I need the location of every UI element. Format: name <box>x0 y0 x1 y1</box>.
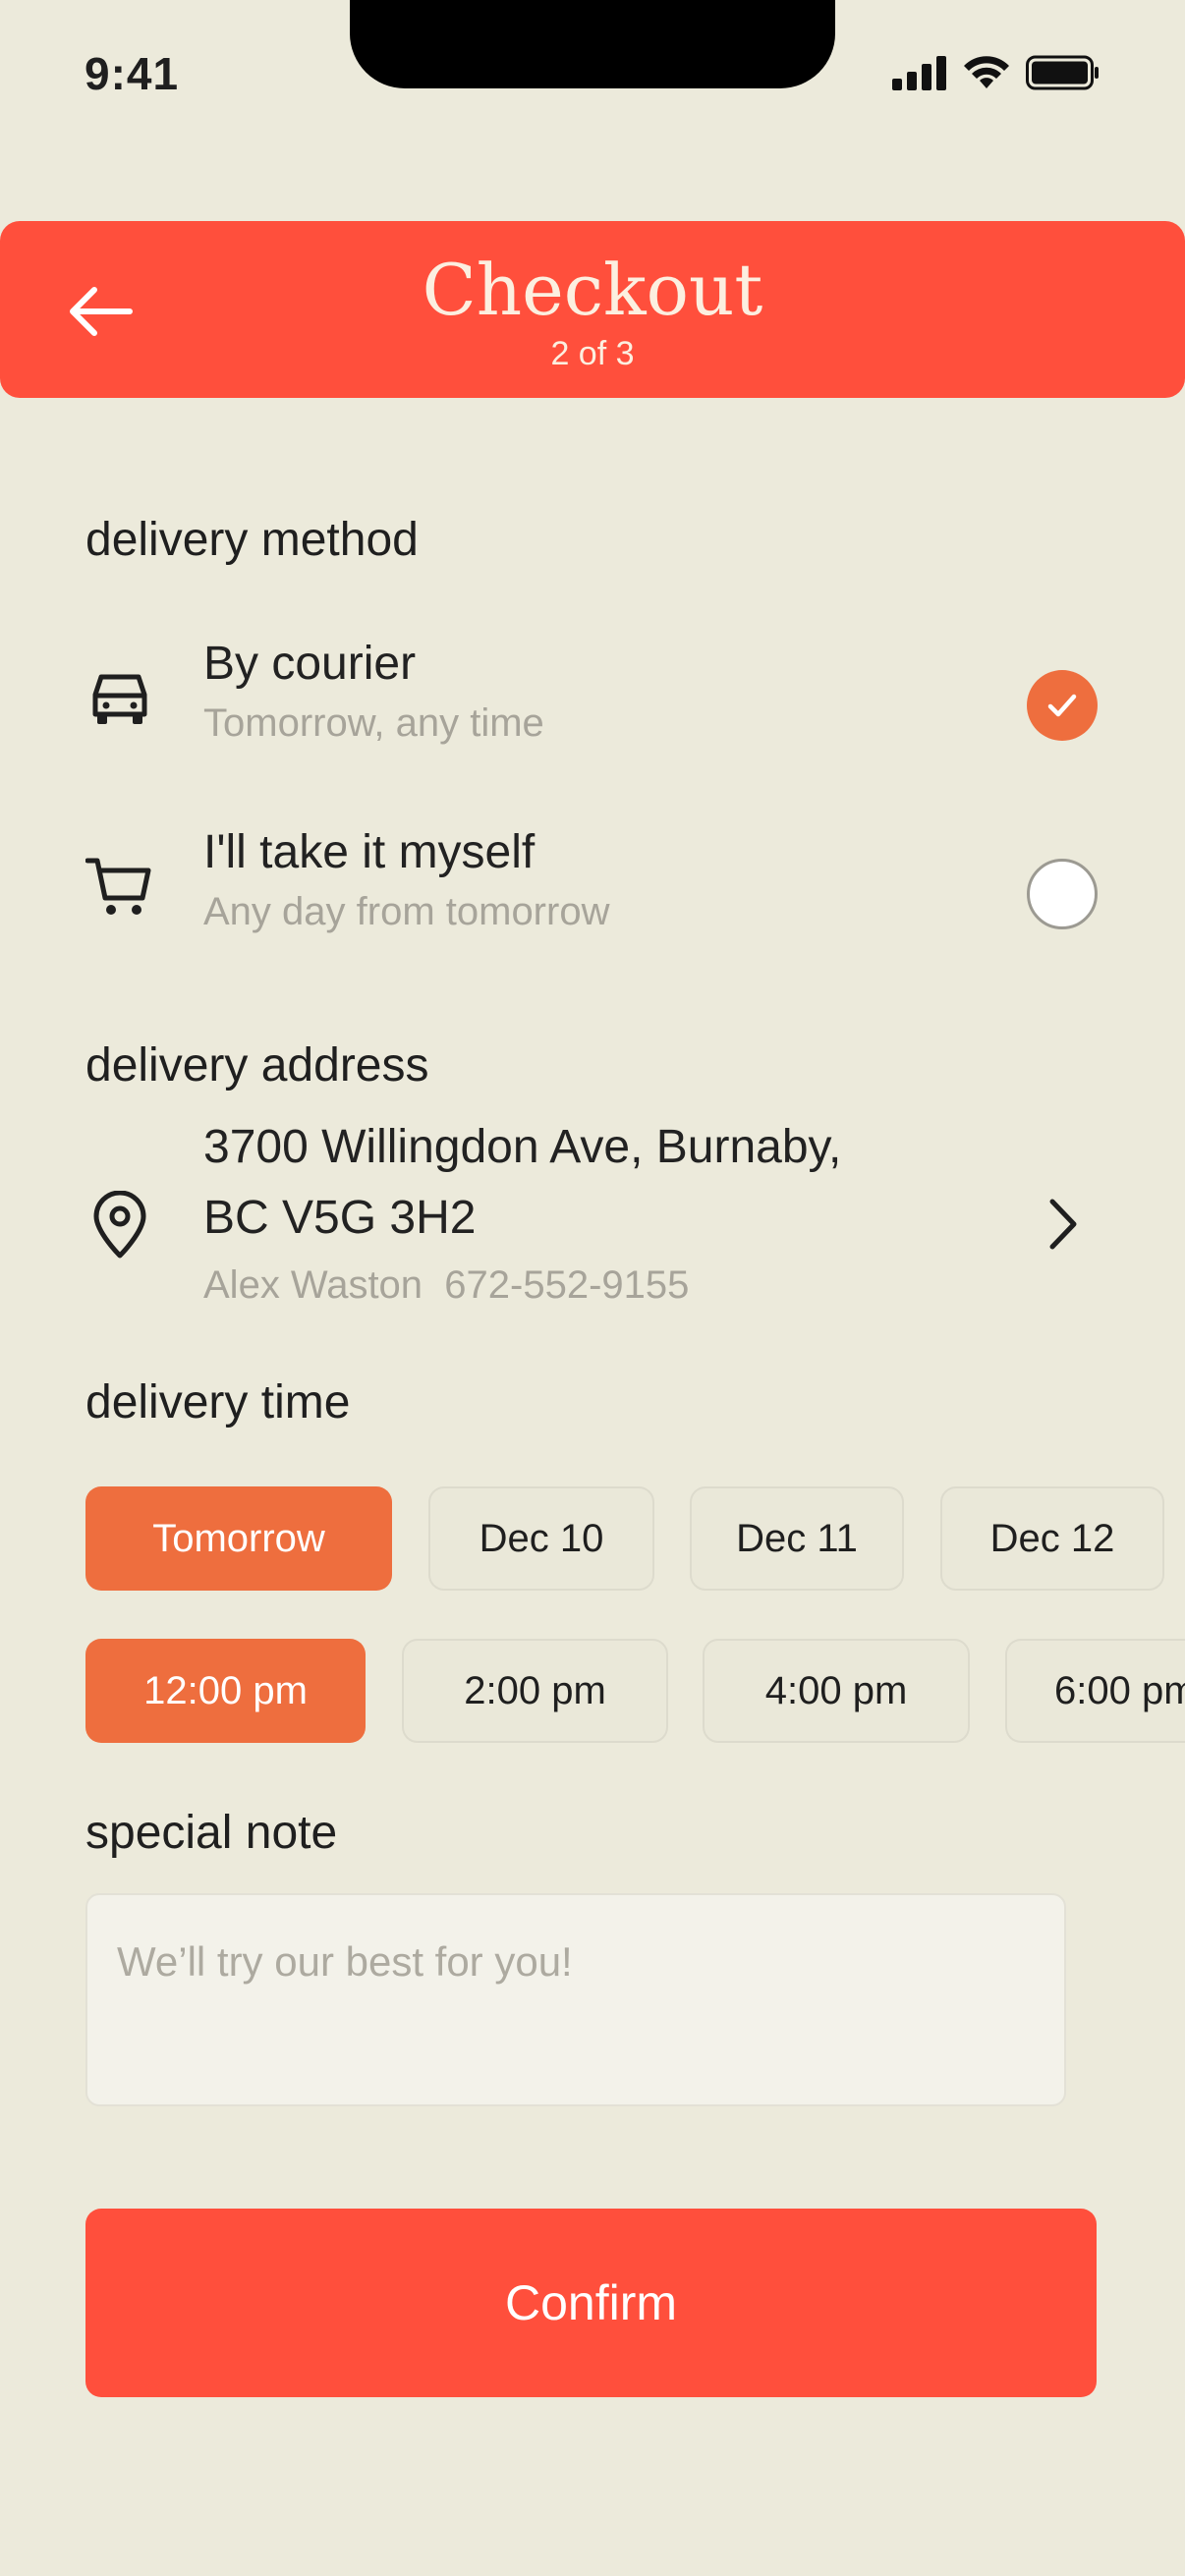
signal-icon <box>892 56 946 90</box>
battery-icon <box>1026 55 1099 90</box>
device-notch <box>350 0 835 88</box>
location-pin-icon <box>85 1191 154 1260</box>
delivery-method-heading: delivery method <box>85 514 419 566</box>
radio-unchecked[interactable] <box>1027 859 1098 929</box>
day-chip-dec-12[interactable]: Dec 12 <box>940 1486 1164 1591</box>
delivery-address-row[interactable]: 3700 Willingdon Ave, Burnaby, BC V5G 3H2… <box>85 1120 1098 1316</box>
delivery-option-pickup[interactable]: I'll take it myself Any day from tomorro… <box>85 825 1098 963</box>
confirm-button[interactable]: Confirm <box>85 2209 1097 2397</box>
delivery-time-heading: delivery time <box>85 1376 351 1428</box>
delivery-address-heading: delivery address <box>85 1039 429 1092</box>
address-contact: Alex Waston 672-552-9155 <box>203 1263 690 1307</box>
delivery-option-courier[interactable]: By courier Tomorrow, any time <box>85 637 1098 774</box>
address-line-2: BC V5G 3H2 <box>203 1192 477 1244</box>
radio-checked[interactable] <box>1027 670 1098 741</box>
wifi-icon <box>964 56 1009 88</box>
day-chip-dec-10[interactable]: Dec 10 <box>428 1486 654 1591</box>
status-bar: 9:41 <box>0 0 1185 147</box>
special-note-input[interactable] <box>87 1895 1064 2104</box>
car-icon <box>85 664 154 733</box>
step-indicator: 2 of 3 <box>550 335 635 372</box>
option-subtitle: Any day from tomorrow <box>203 890 610 933</box>
day-chip-tomorrow[interactable]: Tomorrow <box>85 1486 392 1591</box>
option-title: By courier <box>203 638 417 690</box>
time-chip-6pm[interactable]: 6:00 pm <box>1005 1639 1185 1743</box>
checkmark-icon <box>1047 694 1077 717</box>
option-subtitle: Tomorrow, any time <box>203 701 544 745</box>
time-chip-4pm[interactable]: 4:00 pm <box>703 1639 970 1743</box>
day-chip-dec-11[interactable]: Dec 11 <box>690 1486 904 1591</box>
cart-icon <box>85 853 154 922</box>
status-icons <box>892 55 1100 90</box>
chevron-right-icon <box>1039 1195 1088 1254</box>
checkout-header: Checkout 2 of 3 <box>0 221 1185 398</box>
status-time: 9:41 <box>85 48 180 99</box>
option-title: I'll take it myself <box>203 826 536 878</box>
special-note-heading: special note <box>85 1807 338 1859</box>
time-chip-12pm[interactable]: 12:00 pm <box>85 1639 366 1743</box>
page-title: Checkout <box>422 249 763 331</box>
address-line-1: 3700 Willingdon Ave, Burnaby, <box>203 1121 842 1173</box>
special-note-field[interactable] <box>85 1893 1066 2106</box>
time-chip-2pm[interactable]: 2:00 pm <box>402 1639 668 1743</box>
